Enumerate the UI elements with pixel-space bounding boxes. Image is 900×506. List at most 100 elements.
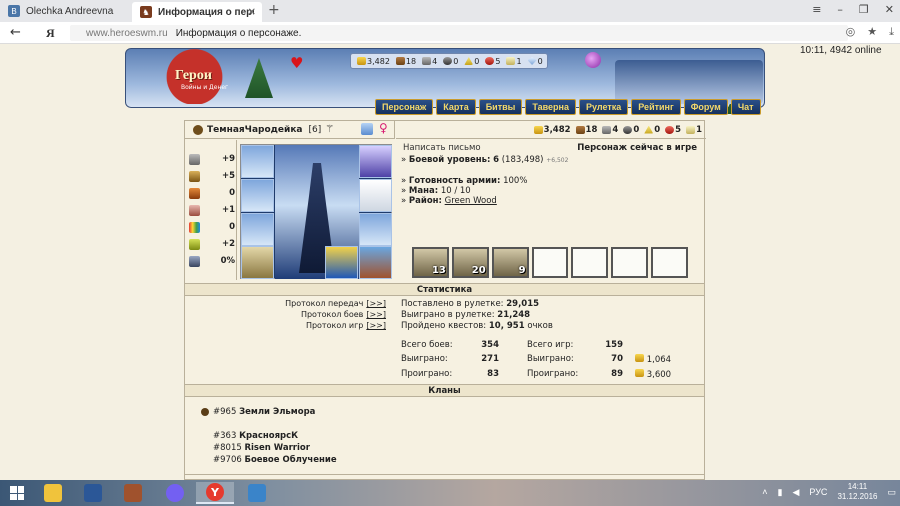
army-slot-empty[interactable] — [531, 247, 569, 278]
photo-icon — [124, 484, 142, 502]
back-button[interactable]: ← — [10, 25, 21, 40]
battles-won-label: Выиграно: — [401, 354, 448, 364]
gold-icon — [635, 354, 644, 362]
wood-icon — [395, 57, 405, 65]
menu-item-rating[interactable]: Рейтинг — [631, 99, 681, 115]
cape-slot[interactable] — [359, 179, 392, 212]
taskbar-viber[interactable] — [156, 482, 194, 504]
rainbow-luck-icon — [189, 221, 200, 233]
protocol-link[interactable]: [>>] — [366, 310, 386, 319]
faction-icon[interactable]: ⚚ — [325, 124, 334, 135]
bookmark-star-icon[interactable]: ★ — [867, 25, 877, 39]
army-slot[interactable]: 13 — [412, 247, 449, 278]
menu-item-tavern[interactable]: Таверна — [525, 99, 576, 115]
army-slot-empty[interactable] — [571, 247, 609, 278]
combat-level-extra: +6,502 — [546, 157, 569, 164]
character-avatar-icon — [193, 124, 203, 135]
taskbar-photo[interactable] — [114, 482, 152, 504]
language-indicator[interactable]: РУС — [809, 487, 827, 497]
army-slot[interactable]: 20 — [451, 247, 489, 278]
download-icon[interactable]: ⤓ — [889, 25, 894, 39]
translate-icon[interactable]: ◎ — [846, 25, 856, 39]
address-icons: ◎ ★ ⤓ — [846, 25, 894, 39]
close-icon[interactable]: ✕ — [885, 3, 894, 16]
tab-vk[interactable]: В Olechka Andreevna — [0, 0, 128, 22]
gem-icon — [686, 125, 696, 134]
maximize-icon[interactable]: ❐ — [859, 3, 869, 16]
tab-title: Информация о персонаж — [158, 6, 254, 18]
taskbar-yandex-browser[interactable]: Y — [196, 482, 234, 504]
clock[interactable]: 14:11 31.12.2016 — [837, 482, 877, 502]
book-slot[interactable] — [359, 145, 392, 178]
sulfur-icon — [464, 57, 474, 65]
army-slot-empty[interactable] — [651, 247, 689, 278]
resource-value: 3,482 — [367, 56, 390, 66]
yandex-button[interactable]: Я — [46, 26, 55, 41]
close-tab-icon[interactable]: ✕ — [248, 7, 256, 18]
ring-slot[interactable] — [359, 213, 392, 246]
volume-icon[interactable]: ◀ — [792, 487, 799, 498]
necklace-slot[interactable] — [241, 179, 274, 212]
stat-value: 10, 951 — [488, 321, 525, 331]
heart-icon[interactable]: ♥ — [290, 54, 303, 72]
resource-ore: 4 — [422, 57, 437, 66]
resource-crystal: 5 — [485, 57, 500, 66]
tab-heroes[interactable]: ♞ Информация о персонаж ✕ — [132, 2, 262, 22]
potion-icon[interactable] — [585, 52, 601, 68]
tray-arrow-icon[interactable]: ˄ — [762, 487, 767, 497]
resource-sulfur: 0 — [644, 125, 660, 135]
minimize-icon[interactable]: – — [837, 3, 843, 16]
female-gender-icon: ♀ — [379, 121, 388, 135]
stat-attack: +9 — [189, 152, 235, 166]
yandex-browser-icon: Y — [206, 483, 224, 501]
taskbar-word[interactable] — [74, 482, 112, 504]
menu-item-forum[interactable]: Форум — [683, 99, 728, 115]
district-link[interactable]: Green Wood — [445, 196, 497, 206]
armor-slot[interactable] — [241, 213, 274, 246]
write-letter-link[interactable]: Написать письмо — [403, 143, 481, 153]
url-field[interactable]: www.heroeswm.ru Информация о персонаже. — [70, 25, 848, 41]
taskbar-image-viewer[interactable] — [238, 482, 276, 504]
protocol-link[interactable]: [>>] — [366, 299, 386, 308]
menu-item-battles[interactable]: Битвы — [478, 99, 523, 115]
menu-item-chat[interactable]: Чат — [730, 99, 761, 115]
stat-label: Пройдено квестов: — [401, 321, 487, 331]
network-icon[interactable]: ▮ — [778, 487, 783, 498]
windows-start-icon[interactable] — [10, 486, 24, 500]
resource-mercury: 0 — [443, 57, 458, 66]
clans-title: Кланы — [185, 384, 704, 397]
clan-main[interactable]: #965 Земли Эльмора — [201, 407, 315, 417]
clan-item[interactable]: #8015 Risen Warrior — [213, 443, 310, 453]
helmet-slot[interactable] — [241, 145, 274, 178]
resource-crystal: 5 — [665, 125, 681, 135]
spellbook-icon[interactable] — [361, 123, 373, 135]
resource-diamond: 0 — [527, 57, 543, 66]
taskbar-file-explorer[interactable] — [34, 482, 72, 504]
weapon-slot[interactable] — [241, 246, 274, 279]
stat-knowledge: +1 — [189, 203, 235, 217]
protocol-link[interactable]: [>>] — [366, 321, 386, 330]
gold-value: 1,064 — [646, 355, 672, 365]
resource-wood: 18 — [575, 125, 597, 135]
menu-icon[interactable]: ≡ — [812, 3, 821, 16]
clan-item[interactable]: #363 КраснoярсК — [213, 431, 298, 441]
notifications-icon[interactable]: ▭ — [887, 487, 896, 498]
stat-initiative: 0% — [189, 254, 235, 268]
knowledge-icon — [189, 204, 200, 216]
resource-wood: 18 — [395, 57, 416, 66]
logo-text[interactable]: Герои — [175, 68, 212, 84]
menu-item-roulette[interactable]: Рулетка — [578, 99, 629, 115]
army-count: 9 — [518, 265, 526, 276]
army-slot[interactable]: 9 — [491, 247, 529, 278]
shield-slot[interactable] — [325, 246, 358, 279]
ore-icon — [602, 125, 612, 134]
menu-item-character[interactable]: Персонаж — [375, 99, 434, 115]
clan-item[interactable]: #9706 Боевое Облучение — [213, 455, 337, 465]
resource-value: 5 — [495, 56, 501, 66]
new-tab-button[interactable]: + — [268, 2, 280, 18]
menu-item-map[interactable]: Карта — [436, 99, 476, 115]
word-icon — [84, 484, 102, 502]
stat-value: +1 — [221, 205, 235, 215]
pet-slot[interactable] — [359, 246, 392, 279]
army-slot-empty[interactable] — [611, 247, 649, 278]
